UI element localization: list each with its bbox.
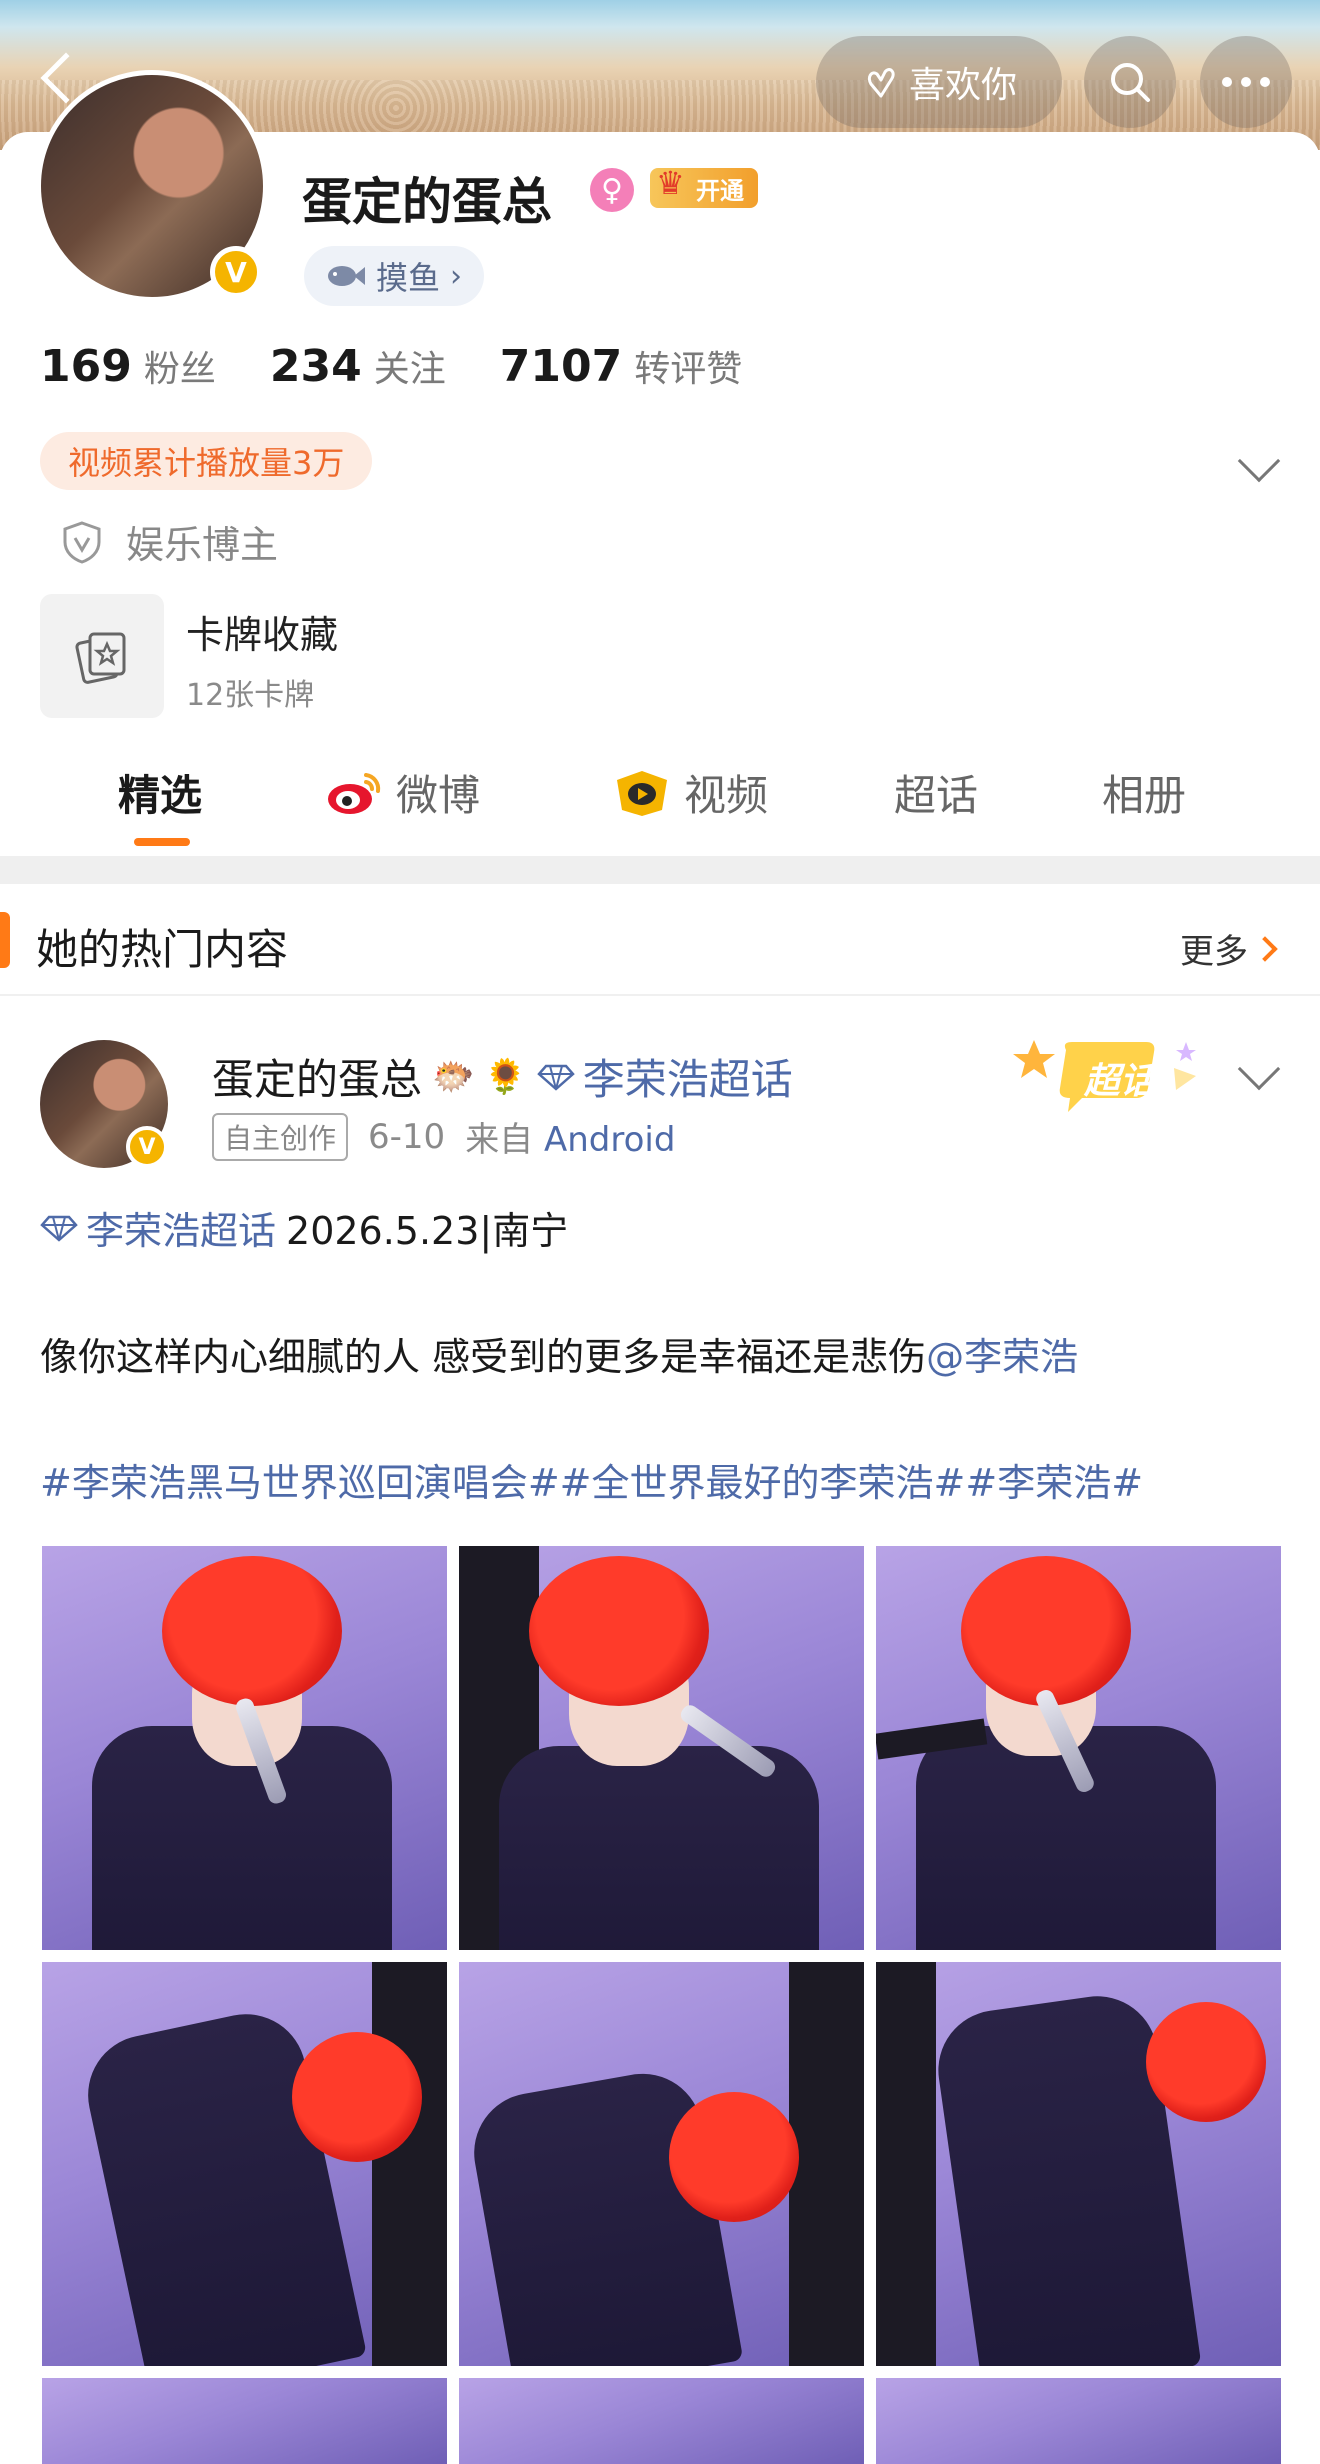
- weibo-icon: [328, 772, 381, 814]
- card-collection-count: 12张卡牌: [186, 678, 315, 713]
- diamond-icon: [536, 1064, 575, 1091]
- original-tag: 自主创作: [212, 1112, 349, 1161]
- post-topic-link[interactable]: 李荣浩超话: [536, 1046, 793, 1107]
- tab-supertopic[interactable]: 超话: [894, 762, 978, 823]
- post-hashtags[interactable]: #李荣浩黑马世界巡回演唱会##全世界最好的李荣浩##李荣浩#: [40, 1452, 1143, 1507]
- post-photo-7[interactable]: [42, 2378, 447, 2464]
- tab-video-label: 视频: [684, 771, 769, 820]
- section-separator: [0, 856, 1320, 884]
- video-plays-badge: 视频累计播放量3万: [40, 432, 373, 490]
- status-tag-label: 摸鱼: [376, 259, 441, 297]
- verified-mark: V: [225, 255, 247, 289]
- interactions-label: 转评赞: [634, 349, 743, 390]
- post-menu-chevron-icon[interactable]: [1237, 1047, 1281, 1091]
- tab-weibo-label: 微博: [396, 771, 481, 820]
- post-body-topic-label: 李荣浩超话: [86, 1209, 277, 1253]
- shield-v-icon: [63, 520, 101, 564]
- like-you-label: 喜欢你: [908, 65, 1017, 106]
- hot-content-title: 她的热门内容: [36, 925, 289, 974]
- profile-page: 喜欢你 V 蛋定的蛋总 ♀ ♛ 开通 摸鱼 › 169 粉丝 234 关注 71…: [0, 0, 1320, 2464]
- search-icon: [1111, 63, 1150, 102]
- post-photo-1[interactable]: [42, 1546, 447, 1950]
- post-meta: 自主创作 6-10 来自 Android: [212, 1112, 675, 1161]
- vip-label: 开通: [696, 176, 744, 205]
- post-body-text: 像你这样内心细腻的人 感受到的更多是幸福还是悲伤: [40, 1335, 927, 1379]
- certification-row: 娱乐博主: [60, 514, 278, 569]
- post-source-name: Android: [544, 1120, 676, 1160]
- more-link[interactable]: 更多: [1180, 924, 1278, 973]
- card-collection-title[interactable]: 卡牌收藏: [186, 604, 338, 659]
- card-collection-thumb[interactable]: [40, 594, 164, 718]
- more-options-button[interactable]: [1200, 36, 1292, 128]
- female-gender-icon: ♀: [590, 168, 634, 212]
- tab-supertopic-label: 超话: [894, 771, 979, 820]
- post-photo-4[interactable]: [42, 1962, 447, 2366]
- profile-name: 蛋定的蛋总: [302, 173, 552, 231]
- followers-stat[interactable]: 169 粉丝: [40, 340, 216, 392]
- following-stat[interactable]: 234 关注: [270, 340, 446, 392]
- post-body-topic-link[interactable]: 李荣浩超话: [40, 1200, 276, 1255]
- following-count: 234: [269, 341, 362, 392]
- followers-count: 169: [40, 341, 132, 392]
- post-author-row: 蛋定的蛋总 🐡 🌻 李荣浩超话: [212, 1046, 793, 1107]
- post-text-line-2: 像你这样内心细腻的人 感受到的更多是幸福还是悲伤@李荣浩: [40, 1326, 1078, 1381]
- fish-icon: [328, 266, 365, 286]
- certification-label: 娱乐博主: [126, 523, 279, 567]
- tab-album[interactable]: 相册: [1102, 762, 1186, 823]
- profile-stats: 169 粉丝 234 关注 7107 转评赞: [40, 340, 796, 392]
- post-photo-5[interactable]: [459, 1962, 864, 2366]
- more-label: 更多: [1180, 932, 1248, 972]
- tab-featured-label: 精选: [118, 771, 203, 820]
- post-mention-link[interactable]: @李荣浩: [926, 1335, 1078, 1379]
- hand-heart-icon: [867, 68, 895, 98]
- crown-icon: ♛: [656, 164, 685, 202]
- supertopic-badge-label: 超话: [1084, 1061, 1157, 1102]
- post-author-name[interactable]: 蛋定的蛋总: [212, 1046, 422, 1107]
- post-photo-9[interactable]: [876, 2378, 1281, 2464]
- profile-tabs: 精选 微博 视频 超话 相册: [0, 742, 1320, 852]
- post-source-prefix: 来自: [465, 1120, 534, 1160]
- supertopic-badge: 超话: [1006, 1028, 1206, 1128]
- post-body-date-location: 2026.5.23|南宁: [286, 1209, 569, 1253]
- post-photo-2[interactable]: [459, 1546, 864, 1950]
- post-photo-3[interactable]: [876, 1546, 1281, 1950]
- tab-album-label: 相册: [1102, 771, 1187, 820]
- post-photo-8[interactable]: [459, 2378, 864, 2464]
- verified-badge: V: [210, 246, 262, 298]
- search-button[interactable]: [1084, 36, 1176, 128]
- vip-open-button[interactable]: ♛ 开通: [650, 164, 758, 208]
- following-label: 关注: [373, 349, 446, 390]
- fish-emoji-icon: 🐡: [432, 1056, 475, 1097]
- post-source: 来自 Android: [465, 1112, 675, 1161]
- like-you-button[interactable]: 喜欢你: [816, 36, 1062, 128]
- interactions-stat[interactable]: 7107 转评赞: [500, 340, 742, 392]
- tab-weibo[interactable]: 微博: [326, 762, 480, 823]
- card-star-icon: [75, 632, 126, 684]
- chevron-right-icon: ›: [450, 258, 463, 294]
- post-topic-label: 李荣浩超话: [582, 1055, 793, 1104]
- tab-featured[interactable]: 精选: [118, 762, 202, 823]
- status-tag-chip[interactable]: 摸鱼 ›: [304, 246, 485, 306]
- post-verified-badge: V: [126, 1126, 168, 1168]
- tab-video[interactable]: 视频: [612, 762, 768, 823]
- chevron-right-icon: [1252, 935, 1278, 962]
- verified-mark: V: [138, 1134, 156, 1160]
- post-photo-6[interactable]: [876, 1962, 1281, 2366]
- diamond-icon: [40, 1215, 78, 1242]
- post-text-line-1: 李荣浩超话 2026.5.23|南宁: [40, 1200, 568, 1255]
- sunflower-emoji-icon: 🌻: [484, 1056, 527, 1097]
- post-date: 6-10: [368, 1116, 446, 1157]
- followers-label: 粉丝: [143, 349, 216, 390]
- interactions-count: 7107: [499, 341, 623, 392]
- more-dots-icon: [1222, 77, 1270, 87]
- active-tab-indicator: [134, 838, 190, 846]
- video-icon: [617, 770, 667, 816]
- section-accent-bar: [0, 912, 10, 968]
